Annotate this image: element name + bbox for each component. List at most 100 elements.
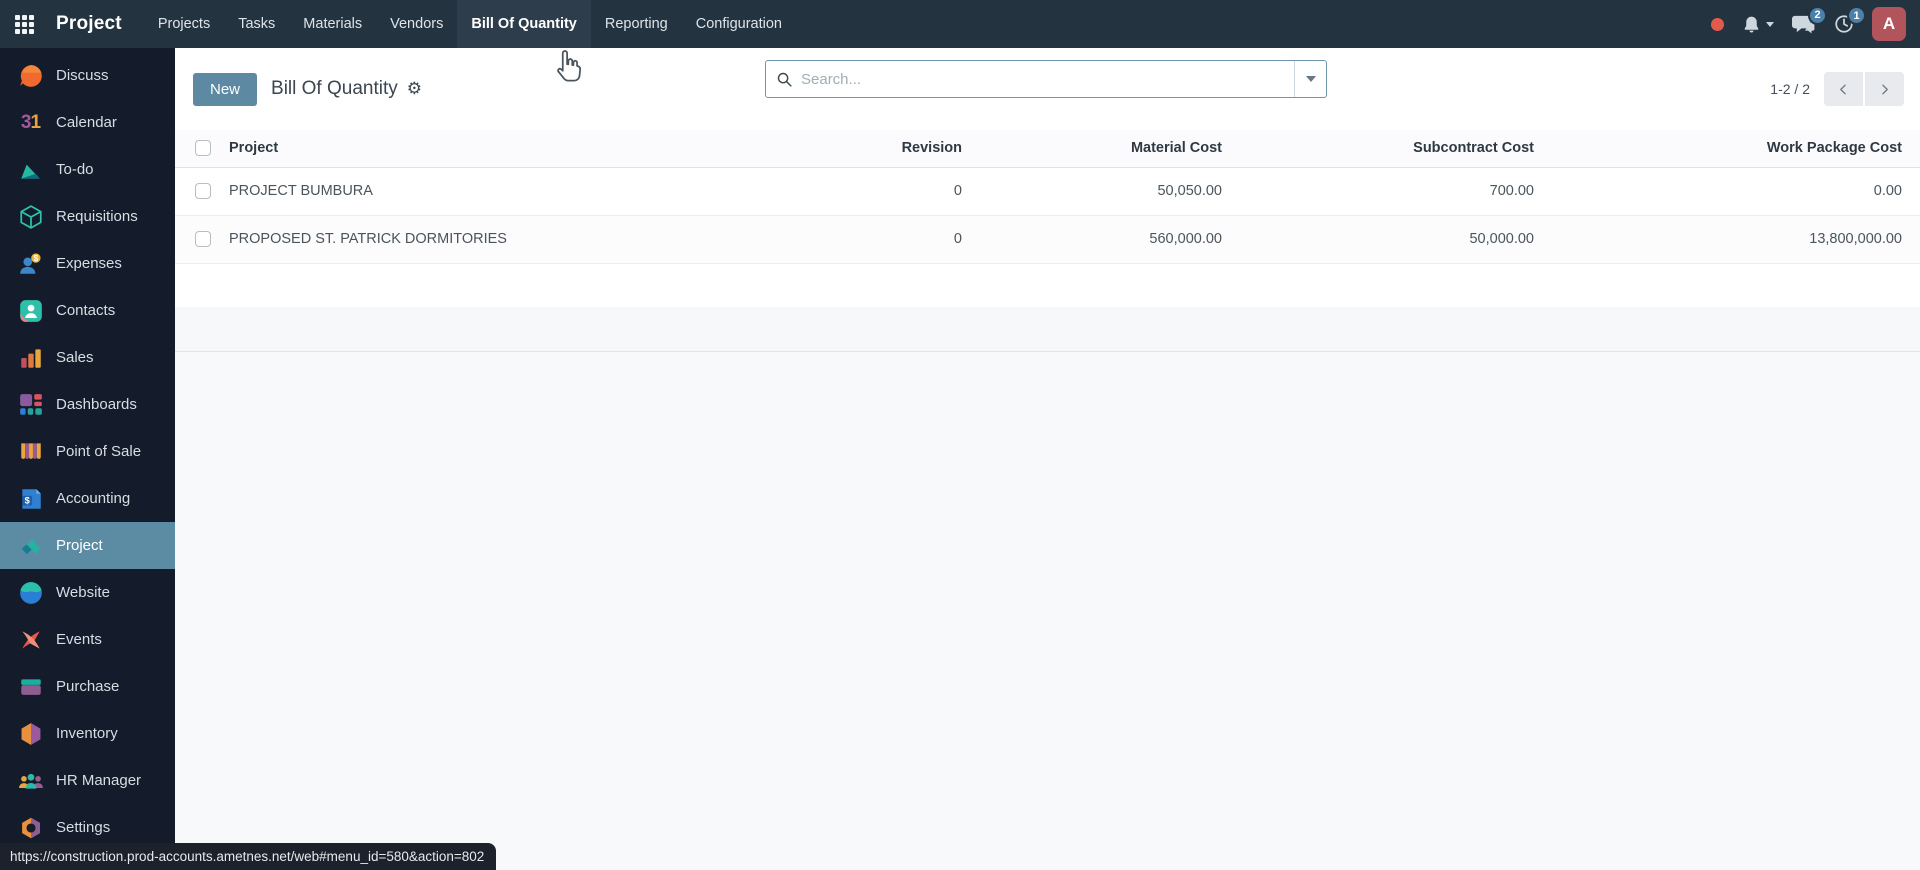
table-empty-space bbox=[175, 263, 1920, 307]
settings-icon bbox=[17, 814, 44, 841]
discuss-icon bbox=[17, 62, 44, 89]
apps-menu-button[interactable] bbox=[0, 0, 48, 48]
row-checkbox[interactable] bbox=[195, 183, 211, 200]
sidebar-item-website[interactable]: Website bbox=[0, 569, 175, 616]
cell-material-cost: 560,000.00 bbox=[980, 215, 1240, 264]
search-input[interactable] bbox=[801, 70, 1294, 88]
select-all-checkbox[interactable] bbox=[195, 140, 211, 157]
sidebar-item-label: Contacts bbox=[56, 302, 116, 319]
sidebar-item-dashboards[interactable]: Dashboards bbox=[0, 381, 175, 428]
sidebar-item-label: Events bbox=[56, 631, 102, 648]
sidebar-item-requisitions[interactable]: Requisitions bbox=[0, 193, 175, 240]
sidebar-item-calendar[interactable]: 31 Calendar bbox=[0, 99, 175, 146]
menu-item-vendors[interactable]: Vendors bbox=[376, 0, 457, 48]
sidebar-item-inventory[interactable]: Inventory bbox=[0, 710, 175, 757]
column-header-material-cost[interactable]: Material Cost bbox=[980, 130, 1240, 168]
sidebar-item-label: Accounting bbox=[56, 490, 131, 507]
todo-icon bbox=[17, 156, 44, 183]
sidebar-item-sales[interactable]: Sales bbox=[0, 334, 175, 381]
navbar-right: 2 1 A bbox=[1711, 0, 1920, 48]
menu-item-configuration[interactable]: Configuration bbox=[682, 0, 796, 48]
new-button[interactable]: New bbox=[193, 72, 258, 106]
contacts-icon bbox=[17, 297, 44, 324]
column-header-revision[interactable]: Revision bbox=[750, 130, 980, 168]
chevron-right-icon bbox=[1882, 84, 1888, 94]
table-row[interactable]: PROPOSED ST. PATRICK DORMITORIES 0 560,0… bbox=[175, 215, 1920, 264]
bell-caret-icon bbox=[1766, 21, 1774, 27]
user-avatar[interactable]: A bbox=[1872, 7, 1906, 41]
pager-previous-button[interactable] bbox=[1824, 72, 1863, 106]
cell-subcontract-cost: 50,000.00 bbox=[1240, 215, 1552, 264]
link-status-bar: https://construction.prod-accounts.ametn… bbox=[0, 843, 497, 870]
sidebar-item-discuss[interactable]: Discuss bbox=[0, 52, 175, 99]
pager-range: 1-2 / 2 bbox=[1770, 81, 1810, 97]
menu-item-reporting[interactable]: Reporting bbox=[591, 0, 682, 48]
apps-grid-icon bbox=[14, 14, 34, 34]
top-menu: Projects Tasks Materials Vendors Bill Of… bbox=[144, 0, 796, 48]
cell-revision: 0 bbox=[750, 215, 980, 264]
row-checkbox[interactable] bbox=[195, 231, 211, 248]
activities-badge: 1 bbox=[1847, 6, 1866, 25]
table-header-row: Project Revision Material Cost Subcontra… bbox=[175, 130, 1920, 168]
sidebar-item-project[interactable]: Project bbox=[0, 522, 175, 569]
search-icon bbox=[777, 72, 792, 87]
content-background bbox=[175, 351, 1920, 870]
cell-material-cost: 50,050.00 bbox=[980, 167, 1240, 216]
apps-sidebar: Discuss 31 Calendar To-do Requisitions $… bbox=[0, 48, 175, 870]
sidebar-item-purchase[interactable]: Purchase bbox=[0, 663, 175, 710]
activities-button[interactable]: 1 bbox=[1833, 6, 1866, 35]
events-icon bbox=[17, 626, 44, 653]
control-panel: New Bill Of Quantity ⚙ 1-2 / 2 bbox=[175, 48, 1920, 130]
table-footer-strip bbox=[175, 306, 1920, 352]
view-settings-gear-icon[interactable]: ⚙ bbox=[407, 79, 422, 99]
messages-button[interactable]: 2 bbox=[1791, 5, 1827, 36]
sidebar-item-expenses[interactable]: $ Expenses bbox=[0, 240, 175, 287]
cell-project: PROPOSED ST. PATRICK DORMITORIES bbox=[219, 215, 750, 264]
recording-dot-icon bbox=[1711, 17, 1724, 31]
svg-text:$: $ bbox=[33, 253, 38, 263]
sidebar-item-label: Calendar bbox=[56, 114, 117, 131]
requisitions-icon bbox=[17, 203, 44, 230]
messages-badge: 2 bbox=[1808, 5, 1827, 25]
point-of-sale-icon bbox=[17, 438, 44, 465]
column-header-subcontract-cost[interactable]: Subcontract Cost bbox=[1240, 130, 1552, 168]
page-title: Bill Of Quantity bbox=[271, 78, 398, 99]
cell-subcontract-cost: 700.00 bbox=[1240, 167, 1552, 216]
sidebar-item-label: Purchase bbox=[56, 678, 120, 695]
column-header-project[interactable]: Project bbox=[219, 130, 750, 168]
sidebar-item-label: HR Manager bbox=[56, 772, 142, 789]
dashboards-icon bbox=[17, 391, 44, 418]
app-brand[interactable]: Project bbox=[48, 0, 144, 48]
cell-work-package-cost: 0.00 bbox=[1552, 167, 1920, 216]
sidebar-item-hr-manager[interactable]: HR Manager bbox=[0, 757, 175, 804]
sidebar-item-accounting[interactable]: $ Accounting bbox=[0, 475, 175, 522]
search-dropdown-toggle[interactable] bbox=[1294, 61, 1326, 97]
sidebar-item-label: Dashboards bbox=[56, 396, 137, 413]
sidebar-item-label: Sales bbox=[56, 349, 94, 366]
pager: 1-2 / 2 bbox=[1770, 72, 1904, 106]
sidebar-item-point-of-sale[interactable]: Point of Sale bbox=[0, 428, 175, 475]
search-bar bbox=[765, 60, 1327, 98]
sidebar-item-events[interactable]: Events bbox=[0, 616, 175, 663]
website-icon bbox=[17, 579, 44, 606]
menu-item-tasks[interactable]: Tasks bbox=[224, 0, 289, 48]
sidebar-item-label: Website bbox=[56, 584, 110, 601]
sidebar-item-label: Point of Sale bbox=[56, 443, 142, 460]
column-header-work-package-cost[interactable]: Work Package Cost bbox=[1552, 130, 1920, 168]
table-row[interactable]: PROJECT BUMBURA 0 50,050.00 700.00 0.00 bbox=[175, 167, 1920, 216]
chevron-down-icon bbox=[1305, 76, 1316, 82]
menu-item-projects[interactable]: Projects bbox=[144, 0, 224, 48]
pager-next-button[interactable] bbox=[1865, 72, 1904, 106]
inventory-icon bbox=[17, 720, 44, 747]
sidebar-item-label: To-do bbox=[56, 161, 94, 178]
accounting-icon: $ bbox=[17, 485, 44, 512]
sidebar-item-label: Requisitions bbox=[56, 208, 138, 225]
bell-icon bbox=[1744, 16, 1759, 33]
menu-item-bill-of-quantity[interactable]: Bill Of Quantity bbox=[457, 0, 591, 48]
sidebar-item-contacts[interactable]: Contacts bbox=[0, 287, 175, 334]
sidebar-item-todo[interactable]: To-do bbox=[0, 146, 175, 193]
notifications-bell-button[interactable] bbox=[1741, 14, 1774, 35]
menu-item-materials[interactable]: Materials bbox=[289, 0, 376, 48]
sidebar-item-label: Expenses bbox=[56, 255, 122, 272]
records-table: Project Revision Material Cost Subcontra… bbox=[175, 130, 1920, 264]
